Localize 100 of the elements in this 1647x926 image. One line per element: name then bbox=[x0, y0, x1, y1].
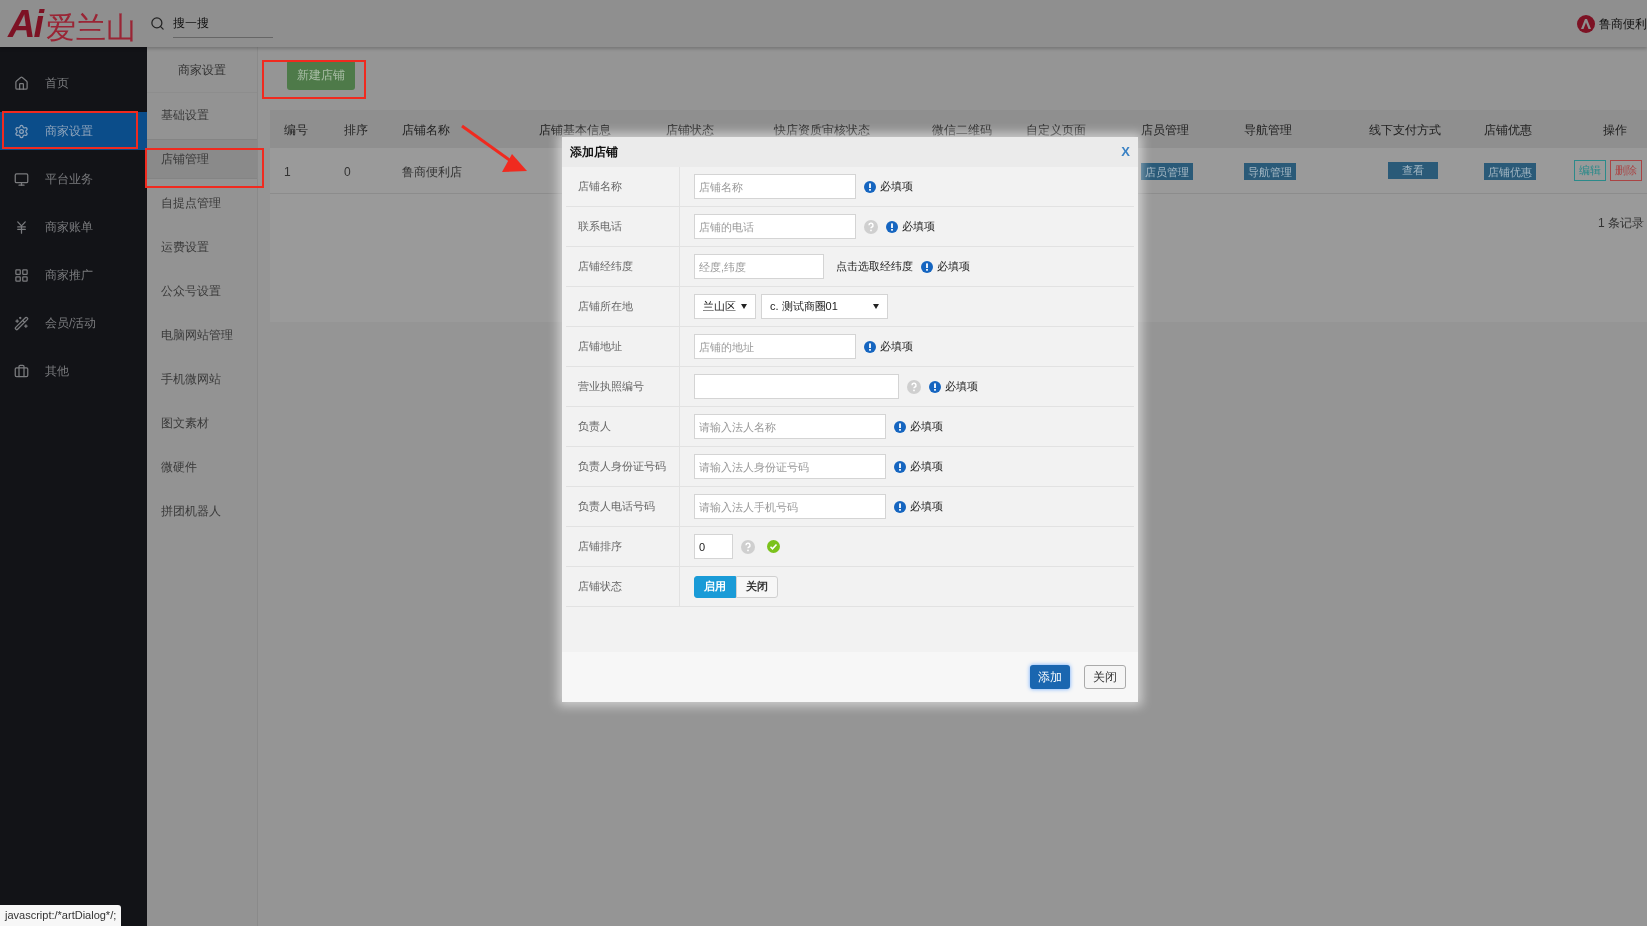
column-header: 店铺优惠 bbox=[1484, 123, 1532, 137]
required-note: 必填项 bbox=[945, 379, 978, 395]
field-label: 负责人电话号码 bbox=[578, 499, 655, 515]
search-icon bbox=[150, 16, 165, 31]
annotation-arrow bbox=[461, 124, 527, 172]
menu-icon bbox=[14, 363, 29, 379]
table-cell: 鲁商便利店 bbox=[402, 164, 462, 179]
status-tooltip: javascript:/*artDialog*/; bbox=[0, 905, 122, 926]
sidebar-item[interactable]: 会员/活动 bbox=[0, 304, 147, 342]
column-header: 店员管理 bbox=[1141, 123, 1189, 137]
status-toggle-option[interactable]: 关闭 bbox=[736, 575, 778, 598]
sidebar-item[interactable]: 商家账单 bbox=[0, 208, 147, 246]
menu-icon bbox=[14, 75, 29, 91]
menu-icon bbox=[14, 123, 29, 139]
cancel-button[interactable]: 关闭 bbox=[1084, 665, 1126, 689]
sidebar-item[interactable]: 首页 bbox=[0, 64, 147, 102]
text-field[interactable]: 请输入法人手机号码 bbox=[694, 494, 886, 519]
table-action-button[interactable]: 店员管理 bbox=[1141, 163, 1193, 181]
dialog-title: 添加店铺 bbox=[570, 144, 618, 161]
logo-name: 爱兰山 bbox=[46, 12, 137, 43]
record-count: 1 条记录 bbox=[1598, 215, 1644, 232]
required-note: 必填项 bbox=[937, 259, 970, 275]
info-icon bbox=[921, 260, 933, 273]
column-header: 微信二维码 bbox=[932, 123, 992, 137]
new-store-button[interactable]: 新建店铺 bbox=[287, 60, 355, 90]
column-header: 编号 bbox=[284, 123, 308, 137]
subnav-item[interactable]: 电脑网站管理 bbox=[147, 315, 257, 355]
subnav-item[interactable]: 手机微网站 bbox=[147, 359, 257, 399]
text-field[interactable]: 店铺的电话 bbox=[694, 214, 856, 239]
info-icon bbox=[929, 380, 941, 393]
subnav-item[interactable]: 自提点管理 bbox=[147, 183, 257, 223]
subnav-item[interactable]: 店铺管理 bbox=[147, 139, 257, 179]
table-cell: 0 bbox=[344, 164, 351, 179]
subnav-item[interactable]: 运费设置 bbox=[147, 227, 257, 267]
column-header: 快店资质审核状态 bbox=[774, 123, 870, 137]
user-name: 鲁商便利 bbox=[1599, 15, 1647, 33]
table-action-button[interactable]: 店铺优惠 bbox=[1484, 163, 1536, 181]
field-label: 店铺状态 bbox=[578, 579, 622, 595]
table-action-button[interactable]: 导航管理 bbox=[1244, 163, 1296, 181]
subnav-item[interactable]: 微硬件 bbox=[147, 447, 257, 487]
required-note: 必填项 bbox=[902, 219, 935, 235]
column-header: 导航管理 bbox=[1244, 123, 1292, 137]
subnav-item[interactable]: 基础设置 bbox=[147, 95, 257, 135]
required-note: 必填项 bbox=[910, 499, 943, 515]
sidebar-item[interactable]: 其他 bbox=[0, 352, 147, 390]
required-note: 必填项 bbox=[910, 419, 943, 435]
search-field[interactable]: 搜一搜 bbox=[173, 9, 273, 38]
subnav-title: 商家设置 bbox=[178, 61, 226, 79]
info-icon bbox=[894, 420, 906, 433]
required-note: 必填项 bbox=[880, 339, 913, 355]
close-button[interactable]: X bbox=[1121, 142, 1130, 162]
text-field[interactable] bbox=[694, 374, 899, 399]
caret-icon bbox=[741, 304, 747, 309]
sidebar-item[interactable]: 商家推广 bbox=[0, 256, 147, 294]
required-note: 必填项 bbox=[910, 459, 943, 475]
field-label: 店铺所在地 bbox=[578, 299, 633, 315]
field-label: 店铺名称 bbox=[578, 179, 622, 195]
subnav-item[interactable]: 图文素材 bbox=[147, 403, 257, 443]
column-header: 店铺名称 bbox=[402, 123, 450, 137]
field-label: 联系电话 bbox=[578, 219, 622, 235]
info-icon bbox=[886, 220, 898, 233]
add-button[interactable]: 添加 bbox=[1030, 665, 1070, 689]
column-header: 店铺基本信息 bbox=[539, 123, 611, 137]
sidebar-item[interactable]: 平台业务 bbox=[0, 160, 147, 198]
required-note: 必填项 bbox=[880, 179, 913, 195]
info-icon bbox=[894, 460, 906, 473]
status-toggle-option[interactable]: 启用 bbox=[694, 575, 736, 598]
table-cell: 1 bbox=[284, 164, 291, 179]
info-icon bbox=[864, 180, 876, 193]
subnav-item[interactable]: 拼团机器人 bbox=[147, 491, 257, 531]
info-icon bbox=[894, 500, 906, 513]
caret-icon bbox=[873, 304, 879, 309]
text-field[interactable]: 请输入法人身份证号码 bbox=[694, 454, 886, 479]
text-field[interactable]: 经度,纬度 bbox=[694, 254, 824, 279]
select-dropdown[interactable]: 兰山区 bbox=[694, 294, 756, 319]
logo-icon bbox=[1577, 14, 1595, 33]
column-header: 店铺状态 bbox=[666, 123, 714, 137]
menu-icon bbox=[14, 219, 29, 235]
text-field[interactable]: 0 bbox=[694, 534, 733, 559]
text-field[interactable]: 店铺的地址 bbox=[694, 334, 856, 359]
text-field[interactable]: 店铺名称 bbox=[694, 174, 856, 199]
menu-icon bbox=[14, 171, 29, 187]
menu-icon bbox=[14, 315, 29, 331]
logo-mark: Ai bbox=[8, 4, 43, 43]
text-field[interactable]: 请输入法人名称 bbox=[694, 414, 886, 439]
pick-coordinates-link[interactable]: 点击选取经纬度 bbox=[836, 258, 913, 275]
subnav-item[interactable]: 公众号设置 bbox=[147, 271, 257, 311]
column-header: 线下支付方式 bbox=[1369, 123, 1441, 137]
table-action-button[interactable]: 查看 bbox=[1387, 162, 1438, 179]
column-header: 自定义页面 bbox=[1026, 123, 1086, 137]
info-icon bbox=[864, 340, 876, 353]
field-label: 负责人身份证号码 bbox=[578, 459, 666, 475]
column-header: 操作 bbox=[1603, 123, 1627, 137]
delete-button[interactable]: 删除 bbox=[1610, 160, 1642, 181]
field-label: 店铺经纬度 bbox=[578, 259, 633, 275]
menu-icon bbox=[14, 267, 29, 283]
field-label: 负责人 bbox=[578, 419, 611, 435]
field-label: 店铺排序 bbox=[578, 539, 622, 555]
select-dropdown[interactable]: c. 测试商圈01 bbox=[761, 294, 888, 319]
column-header: 排序 bbox=[344, 123, 368, 137]
